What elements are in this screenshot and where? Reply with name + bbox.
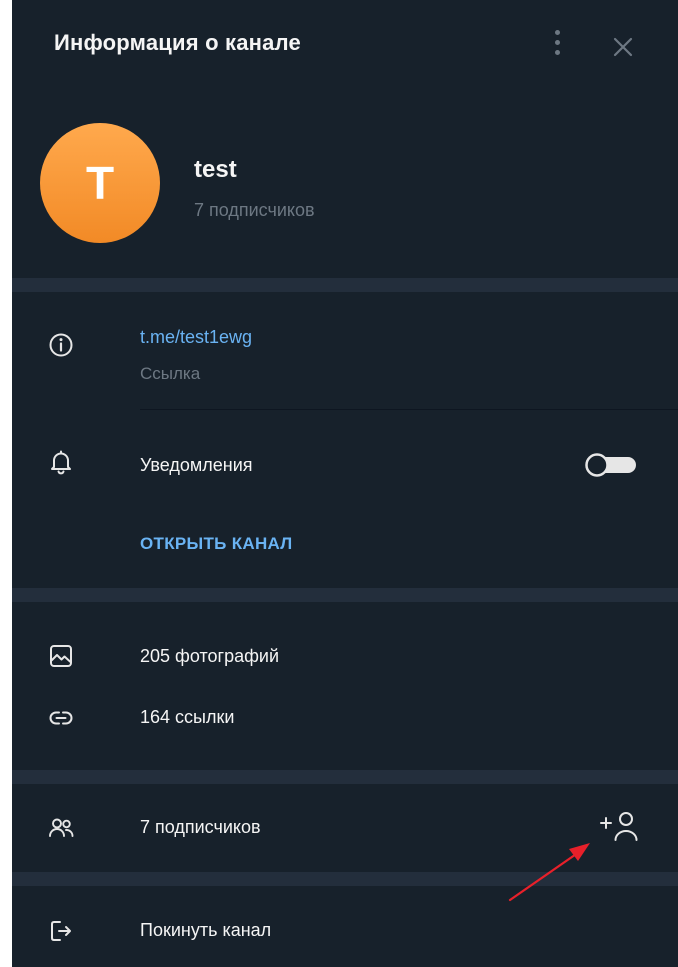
link-label: Ссылка <box>140 364 201 383</box>
panel-title: Информация о канале <box>54 30 301 55</box>
notifications-toggle[interactable] <box>584 452 638 478</box>
more-vertical-icon[interactable] <box>550 30 564 62</box>
notifications-label: Уведомления <box>140 455 253 475</box>
section-separator <box>12 588 678 602</box>
leave-channel-button[interactable]: Покинуть канал <box>140 920 271 941</box>
link-icon <box>49 711 73 725</box>
close-icon[interactable] <box>610 34 636 60</box>
open-channel-button[interactable]: ОТКРЫТЬ КАНАЛ <box>140 534 293 554</box>
members-icon <box>49 818 74 837</box>
channel-info-panel: Информация о канале T test 7 подписчиков… <box>12 0 678 967</box>
links-item[interactable]: 164 ссылки <box>140 707 234 728</box>
add-user-icon[interactable] <box>598 809 640 845</box>
channel-link[interactable]: t.me/test1ewg <box>140 327 252 348</box>
bell-icon <box>51 450 71 475</box>
row-divider <box>140 409 678 410</box>
channel-name: test <box>194 156 237 183</box>
leave-icon <box>51 921 71 941</box>
subscriber-count: 7 подписчиков <box>194 200 315 220</box>
photo-icon <box>50 645 72 667</box>
photos-item[interactable]: 205 фотографий <box>140 646 279 667</box>
section-separator <box>12 770 678 784</box>
section-separator <box>12 278 678 292</box>
avatar: T <box>40 123 160 243</box>
section-separator <box>12 872 678 886</box>
members-item[interactable]: 7 подписчиков <box>140 817 261 838</box>
info-icon <box>49 333 73 357</box>
